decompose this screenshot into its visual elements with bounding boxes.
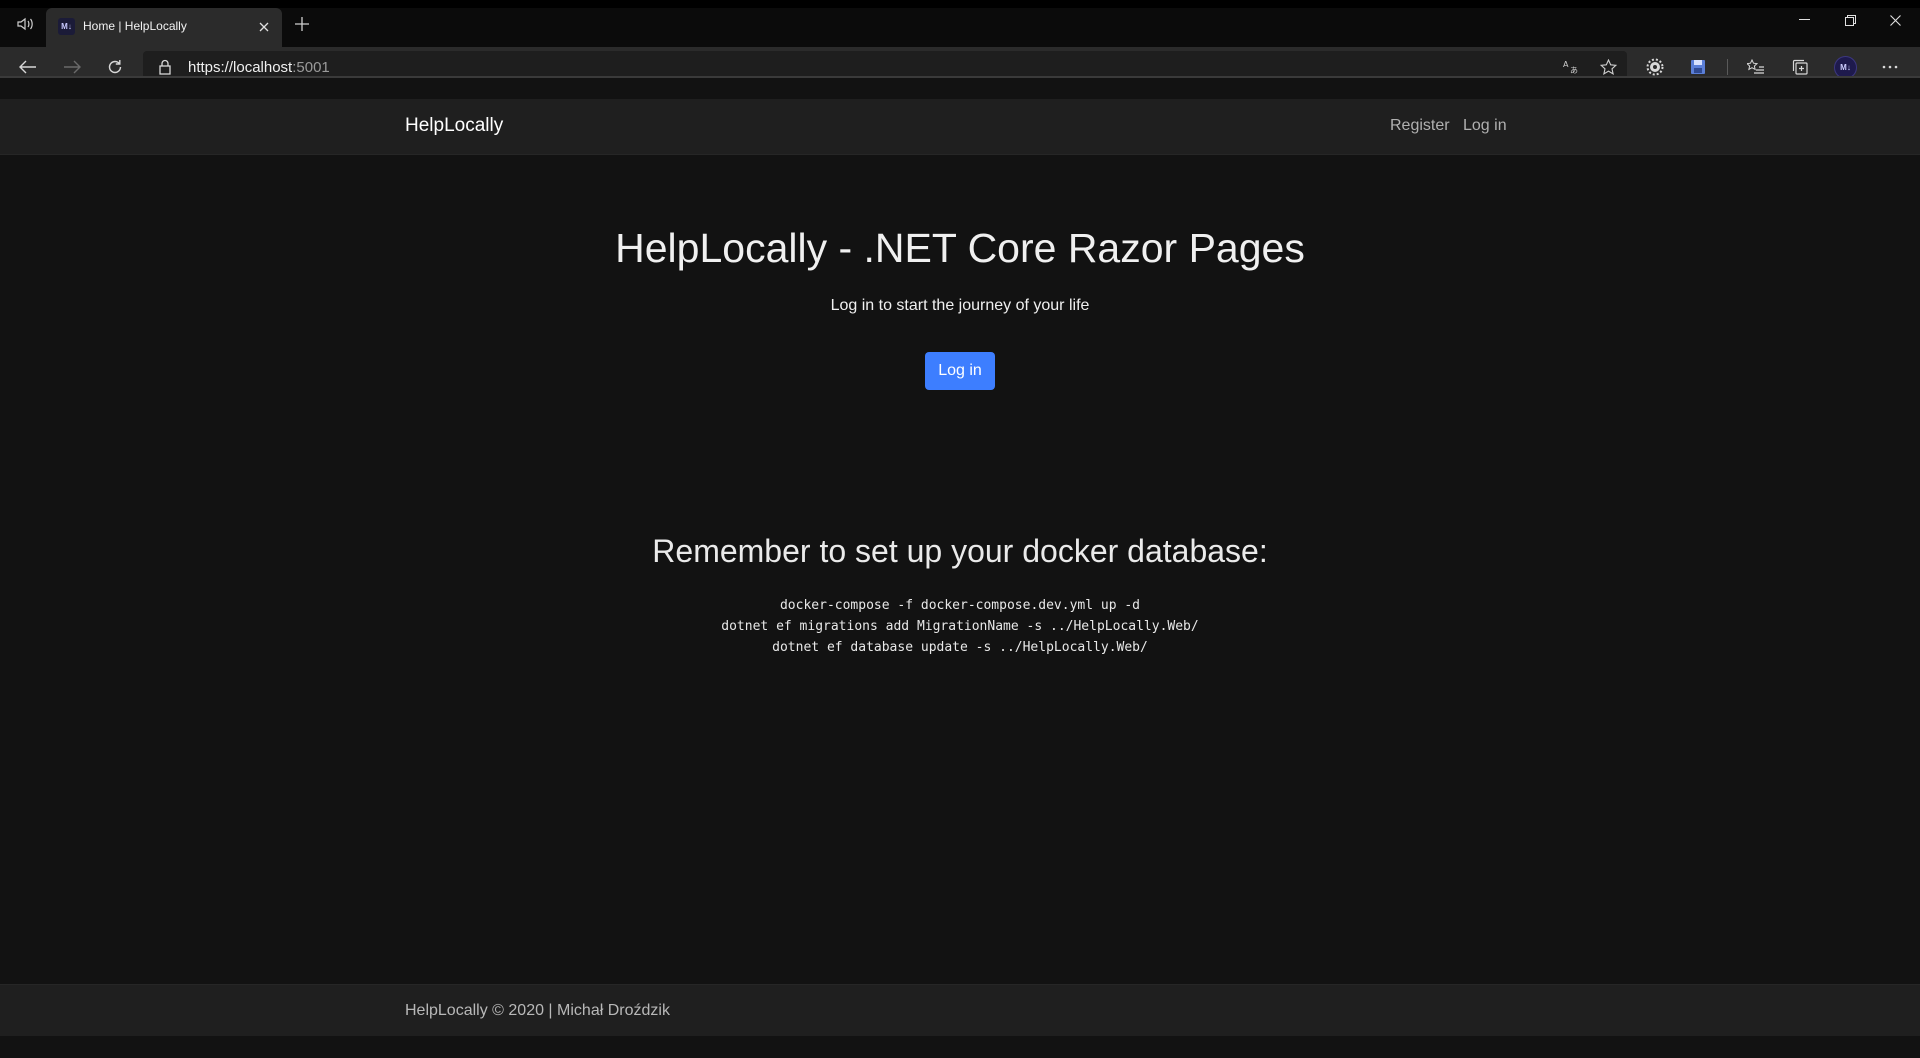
minimize-window-icon[interactable] xyxy=(1781,8,1827,32)
page-title: HelpLocally - .NET Core Razor Pages xyxy=(615,225,1305,271)
top-border xyxy=(0,0,1920,8)
hero-lead-text: Log in to start the journey of your life xyxy=(830,297,1090,314)
read-aloud-icon[interactable]: Aあ xyxy=(1559,57,1583,77)
login-nav-link[interactable]: Log in xyxy=(1463,117,1507,135)
docker-heading: Remember to set up your docker database: xyxy=(652,533,1268,569)
lock-icon xyxy=(157,59,173,75)
page-content: HelpLocally Register Log in HelpLocally … xyxy=(0,78,1920,1058)
svg-text:A: A xyxy=(1563,60,1569,69)
new-tab-plus-icon[interactable] xyxy=(290,12,314,36)
close-window-icon[interactable] xyxy=(1872,8,1918,32)
tab-favicon-icon: M↓ xyxy=(58,18,75,35)
toolbar-separator xyxy=(1727,59,1728,75)
browser-tab[interactable]: M↓ Home | HelpLocally xyxy=(46,8,282,47)
site-navbar: HelpLocally Register Log in xyxy=(0,99,1920,155)
favorite-star-icon[interactable] xyxy=(1596,57,1620,77)
login-button[interactable]: Log in xyxy=(925,352,995,390)
footer-text: HelpLocally © 2020 | Michał Droździk xyxy=(405,1002,670,1019)
close-tab-icon[interactable] xyxy=(254,17,274,37)
speaker-icon[interactable] xyxy=(14,14,38,34)
url-text: https://localhost:5001 xyxy=(188,59,330,76)
browser-tab-strip: M↓ Home | HelpLocally xyxy=(0,0,1920,47)
command-line: dotnet ef migrations add MigrationName -… xyxy=(721,619,1199,634)
register-link[interactable]: Register xyxy=(1390,117,1450,135)
docker-commands: docker-compose -f docker-compose.dev.yml… xyxy=(0,595,1920,658)
restore-window-icon[interactable] xyxy=(1827,8,1873,32)
site-footer: HelpLocally © 2020 | Michał Droździk xyxy=(0,984,1920,1036)
svg-text:あ: あ xyxy=(1570,66,1578,75)
command-line: dotnet ef database update -s ../HelpLoca… xyxy=(772,640,1148,655)
tab-title: Home | HelpLocally xyxy=(83,19,187,33)
command-line: docker-compose -f docker-compose.dev.yml… xyxy=(779,598,1141,613)
brand-link[interactable]: HelpLocally xyxy=(405,115,503,137)
